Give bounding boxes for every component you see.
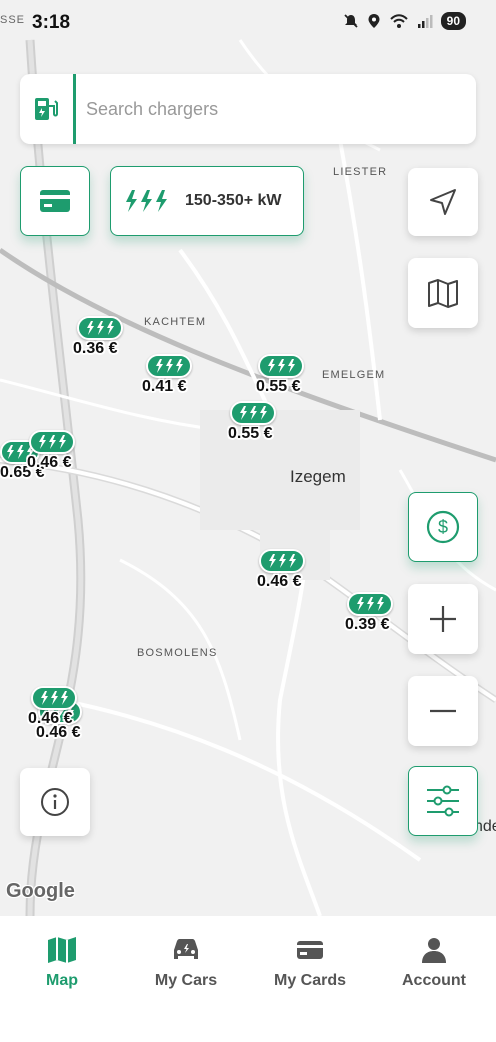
bolt-icon — [31, 686, 77, 710]
map-label-liester: LIESTER — [333, 166, 388, 178]
minus-icon — [430, 709, 456, 713]
charger-price: 0.55 € — [256, 378, 301, 395]
status-time: 3:18 — [32, 12, 71, 33]
map-icon — [428, 279, 458, 308]
bolt-icon — [29, 430, 75, 454]
charger-price: 0.46 € — [28, 710, 73, 727]
charger-marker[interactable]: 0.46 € — [28, 686, 77, 728]
battery-indicator: 90 — [440, 12, 466, 30]
bolt-icon — [77, 316, 123, 340]
filters-button[interactable] — [408, 766, 478, 836]
map-label-izegem: Izegem — [290, 467, 346, 486]
google-attribution: Google — [6, 880, 75, 902]
payment-card-button[interactable] — [20, 166, 90, 236]
charger-marker[interactable]: 0.41 € — [142, 354, 192, 396]
credit-card-icon — [40, 190, 70, 212]
plus-icon — [430, 606, 456, 632]
person-icon — [422, 938, 446, 963]
bolt-icon — [259, 549, 305, 573]
tab-my-cards[interactable]: My Cards — [248, 916, 372, 1042]
power-filter-label: 150-350+ kW — [185, 192, 282, 209]
status-bar: SSE 3:18 90 — [0, 0, 496, 46]
card-icon — [297, 941, 323, 959]
tab-account[interactable]: Account — [372, 916, 496, 1042]
tab-label: My Cars — [154, 972, 218, 989]
tab-label: My Cards — [273, 972, 347, 989]
charger-marker[interactable]: 0.55 € — [256, 354, 304, 396]
bolt-icon — [258, 354, 304, 378]
charger-marker[interactable]: 0.36 € — [73, 316, 123, 358]
search-input[interactable] — [86, 98, 446, 120]
my-location-button[interactable] — [408, 168, 478, 236]
zoom-in-button[interactable] — [408, 584, 478, 654]
triple-bolt-icon — [126, 190, 167, 212]
status-left-text: SSE — [0, 14, 26, 26]
tab-my-cars[interactable]: My Cars — [124, 916, 248, 1042]
map-layers-button[interactable] — [408, 258, 478, 328]
location-icon — [368, 14, 380, 28]
car-icon — [174, 939, 198, 959]
signal-icon — [417, 15, 433, 28]
bolt-icon — [347, 592, 393, 616]
charger-price: 0.41 € — [142, 378, 187, 395]
power-filter-button[interactable]: 150-350+ kW — [110, 166, 304, 236]
bottom-tab-bar: Map My Cars My Cards Account — [0, 916, 496, 1042]
charger-price: 0.46 € — [27, 454, 72, 471]
mute-icon — [344, 14, 358, 28]
charger-marker[interactable]: 0.46 € — [27, 430, 75, 472]
tab-label: Map — [46, 972, 78, 989]
ev-charger-icon — [20, 74, 76, 144]
charger-marker[interactable]: 0.46 € — [257, 549, 305, 591]
svg-text:$: $ — [438, 517, 448, 537]
map-label-emelgem: EMELGEM — [322, 369, 386, 381]
info-button[interactable] — [20, 768, 90, 836]
status-icons: 90 — [343, 12, 466, 30]
charger-price: 0.36 € — [73, 340, 118, 357]
charger-price: 0.39 € — [345, 616, 390, 633]
dollar-icon: $ — [426, 510, 460, 544]
price-filter-button[interactable]: $ — [408, 492, 478, 562]
tab-label: Account — [402, 972, 466, 989]
tab-map[interactable]: Map — [0, 916, 124, 1042]
info-icon — [41, 788, 69, 816]
sliders-icon — [427, 785, 459, 817]
wifi-icon — [389, 14, 408, 28]
search-bar[interactable] — [20, 74, 476, 144]
map-icon — [48, 937, 76, 963]
zoom-out-button[interactable] — [408, 676, 478, 746]
navigation-arrow-icon — [430, 189, 456, 215]
charger-price: 0.55 € — [228, 425, 273, 442]
charger-marker[interactable]: 0.55 € — [228, 401, 276, 443]
charger-price: 0.46 € — [257, 573, 302, 590]
map-label-kachtem: KACHTEM — [144, 316, 207, 328]
bolt-icon — [230, 401, 276, 425]
map-label-bosmolens: BOSMOLENS — [137, 647, 218, 659]
bolt-icon — [146, 354, 192, 378]
charger-marker[interactable]: 0.39 € — [345, 592, 393, 634]
